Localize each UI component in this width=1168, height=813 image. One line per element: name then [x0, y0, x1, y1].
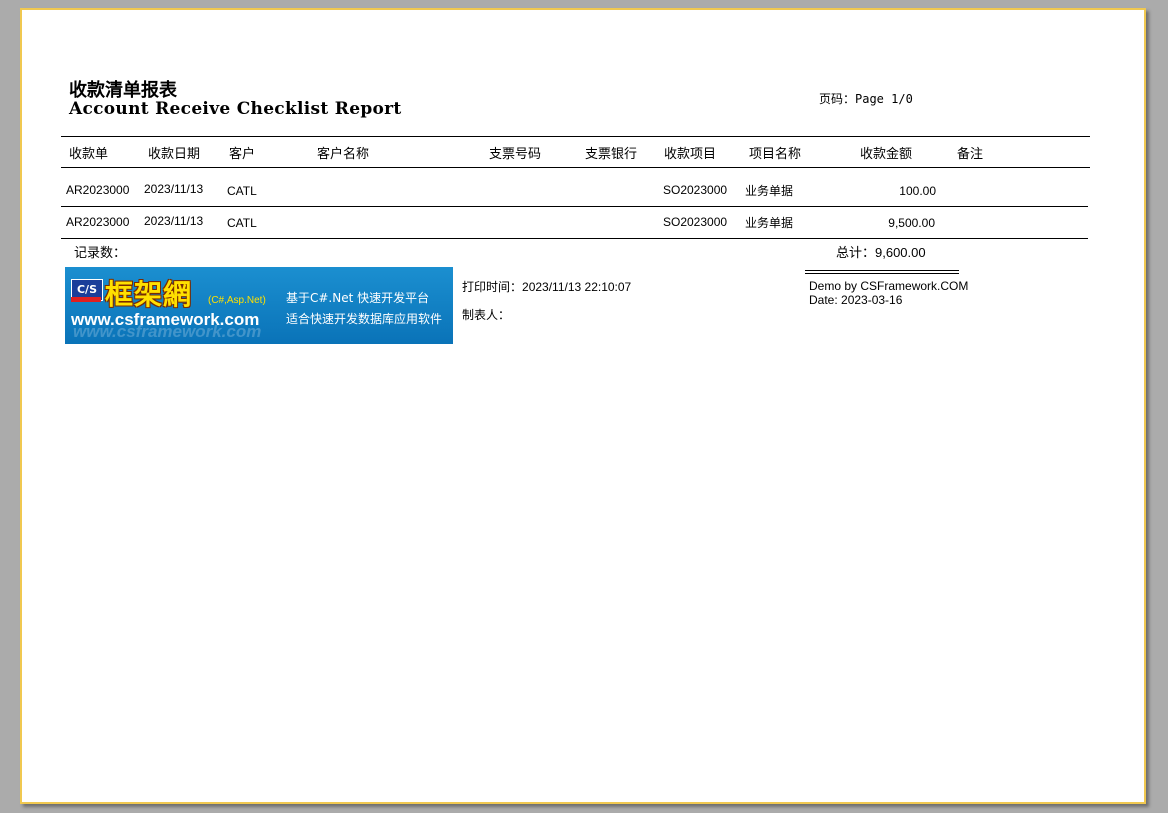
brand-slogan-1: 基于C#.Net 快速开发平台 [286, 291, 430, 305]
record-count-label: 记录数： [74, 245, 127, 260]
brand-name: 框架網 [105, 278, 193, 311]
col-header-cheque-bank: 支票银行 [585, 146, 638, 161]
cell-item-name: 业务单据 [745, 184, 794, 198]
cell-customer: CATL [227, 184, 257, 198]
col-header-doc-no: 收款单 [69, 146, 109, 161]
brand-url: www.csframework.com [71, 310, 260, 329]
cell-item: SO2023000 [663, 183, 728, 197]
cell-customer: CATL [227, 216, 257, 230]
report-title-en: Account Receive Checklist Report [69, 99, 402, 119]
cell-doc-no: AR2023000 [66, 215, 130, 229]
print-time-value: 2023/11/13 22:10:07 [522, 280, 632, 294]
col-header-customer: 客户 [229, 146, 256, 161]
col-header-item: 收款项目 [664, 146, 717, 161]
report-page: 收款清单报表 Account Receive Checklist Report … [20, 8, 1146, 804]
cell-date: 2023/11/13 [144, 214, 204, 228]
demo-rule-2 [805, 273, 959, 274]
header-bottom-rule [61, 167, 1090, 168]
total-amount: 总计：9,600.00 [836, 245, 926, 260]
cs-logo-stripe [71, 297, 101, 302]
col-header-cheque-no: 支票号码 [489, 146, 542, 161]
col-header-amount: 收款金额 [860, 146, 913, 161]
csframework-banner: C/S 框架網 (C#,Asp.Net) www.csframework.com… [65, 267, 453, 344]
col-header-item-name: 项目名称 [749, 146, 802, 161]
header-top-rule [61, 136, 1090, 137]
row-divider [61, 206, 1088, 207]
brand-subtitle: (C#,Asp.Net) [208, 295, 266, 306]
col-header-customer-name: 客户名称 [317, 146, 370, 161]
print-time-label: 打印时间： [462, 280, 523, 294]
demo-date-text: Date: 2023-03-16 [809, 293, 903, 307]
brand-slogan-2: 适合快速开发数据库应用软件 [286, 312, 443, 326]
cell-amount: 9,500.00 [888, 216, 935, 230]
cell-date: 2023/11/13 [144, 182, 204, 196]
cell-item: SO2023000 [663, 215, 728, 229]
demo-rule-1 [805, 270, 959, 271]
cell-amount: 100.00 [899, 184, 936, 198]
page-number: 页码：Page 1/0 [819, 92, 913, 106]
table-bottom-rule [61, 238, 1088, 239]
col-header-date: 收款日期 [148, 146, 201, 161]
col-header-remark: 备注 [957, 146, 984, 161]
maker-label: 制表人： [462, 308, 511, 322]
cell-doc-no: AR2023000 [66, 183, 130, 197]
print-time: 打印时间：2023/11/13 22:10:07 [462, 278, 631, 296]
demo-by-text: Demo by CSFramework.COM [809, 279, 969, 293]
cell-item-name: 业务单据 [745, 216, 794, 230]
